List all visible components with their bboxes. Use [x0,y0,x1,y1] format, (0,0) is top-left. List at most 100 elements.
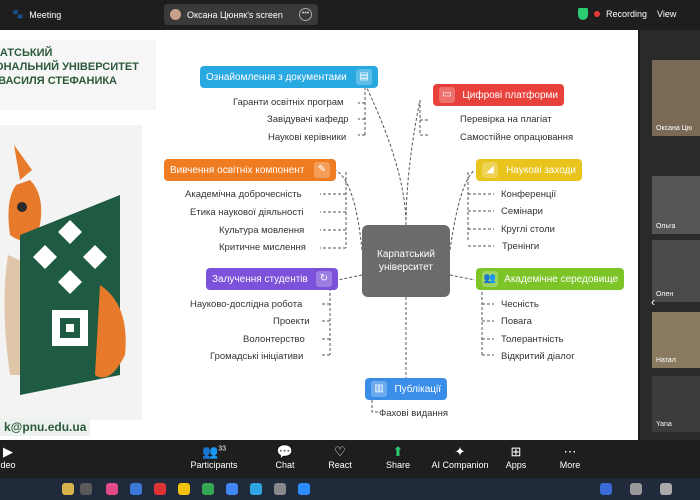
avatar [170,9,181,20]
screen-share-tab[interactable]: Оксана Цюняк's screen ••• [164,4,318,25]
branch-documents: Ознайомлення з документами ▤ [200,66,378,88]
branch-item: Відкритий діалог [501,351,575,362]
paw-icon: 🐾 [12,9,24,19]
branch-publications: ▥ Публікації [365,378,447,400]
branch-item: Завідувачі кафедр [267,114,349,125]
branch-platforms: ▭ Цифрові платформи [433,84,564,106]
branch-title: Наукові заходи [506,164,576,176]
app-title: 🐾 Meeting [12,9,61,20]
branch-item: Громадські ініціативи [210,351,304,362]
participant-name: Ольга [656,223,676,230]
chat-button[interactable]: 💬 Chat [255,444,315,470]
branch-title: Цифрові платформи [462,89,558,101]
branch-item: Наукові керівники [268,132,347,143]
taskbar-app-icon[interactable] [154,483,166,495]
participant-tile[interactable]: Оксана Цю [652,60,700,136]
recording-label: Recording [606,9,648,19]
apps-button[interactable]: ⊞ Apps [486,444,546,470]
branch-item: Етика наукової діяльності [190,207,304,218]
chevron-left-icon[interactable]: ‹ [651,295,655,309]
taskbar-tray-icon[interactable] [600,483,612,495]
share-label: Share [385,460,411,470]
react-button[interactable]: ♡ React [310,444,370,470]
branch-title: Академічне середовище [504,273,618,285]
recording-dot-icon [594,11,600,17]
branch-item: Науково-дослідна робота [190,299,303,310]
ai-label: AI Companion [431,460,489,470]
ai-companion-button[interactable]: ✦ AI Companion [430,444,490,470]
megaphone-icon: ◢ [482,162,498,178]
branch-item: Чесність [501,299,539,310]
branch-students: Залучення студентів ↻ [206,268,338,290]
branch-item: Круглі столи [501,224,555,235]
document-icon: ▤ [356,69,372,85]
branch-item: Гаранти освітніх програм [233,97,344,108]
branch-item: Перевірка на плагіат [460,114,552,125]
participant-tile[interactable]: Yana [652,376,700,432]
taskbar-app-icon[interactable] [106,483,118,495]
react-label: React [328,460,352,470]
app-title-text: Meeting [29,9,62,20]
share-icon: ⬆ [392,444,404,459]
meeting-controls: ▶ deo 👥33 Participants 💬 Chat ♡ React ⬆ … [0,440,700,478]
participant-tile[interactable]: Ольга [652,176,700,234]
participants-label: Participants [190,460,238,470]
meeting-top-bar: 🐾 Meeting Оксана Цюняк's screen ••• Reco… [0,0,700,30]
branch-item: Самостійне опрацювання [460,132,574,143]
chat-icon: 💬 [276,444,294,459]
branch-item: Критичне мислення [219,242,306,253]
apps-label: Apps [505,460,527,470]
participant-name: Натал [656,357,676,364]
center-node: Карпатський університет [362,225,450,297]
more-button[interactable]: ⋯ More [540,444,600,470]
share-button[interactable]: ⬆ Share [368,444,428,470]
monitor-icon: ▭ [439,87,455,103]
video-label: deo [0,460,16,470]
more-label: More [559,460,581,470]
branch-item: Академічна доброчесність [185,189,302,200]
branch-item: Фахові видання [379,408,449,419]
branch-components: Вивчення освітніх компонент ✎ [164,159,336,181]
branch-item: Семінари [501,206,543,217]
taskbar-app-icon[interactable] [298,483,310,495]
chat-label: Chat [275,460,295,470]
taskbar-app-icon[interactable] [130,483,142,495]
branch-title: Залучення студентів [212,273,308,285]
people-icon: 👥 [482,271,498,287]
heart-icon: ♡ [334,444,346,459]
participant-name: Оксана Цю [656,125,693,132]
branch-item: Культура мовлення [219,225,305,236]
participant-name: Олен [656,291,674,298]
taskbar-app-icon[interactable] [62,483,74,495]
branch-title: Публікації [394,383,441,395]
apps-icon: ⊞ [510,444,522,459]
taskbar-app-icon[interactable] [80,483,92,495]
taskbar-app-icon[interactable] [250,483,262,495]
video-button[interactable]: ▶ deo [0,444,38,470]
participants-icon: 👥33 [202,444,226,459]
os-taskbar [0,478,700,500]
more-icon: ⋯ [563,444,577,459]
branch-events: ◢ Наукові заходи [476,159,582,181]
shared-slide: ПАТСЬКИЙ ІОНАЛЬНИЙ УНІВЕРСИТЕТ І ВАСИЛЯ … [0,30,638,440]
participant-tile[interactable]: Натал [652,312,700,368]
branch-title: Вивчення освітніх компонент [170,164,305,176]
taskbar-tray-icon[interactable] [660,483,672,495]
branch-item: Проекти [273,316,310,327]
participant-name: Yana [656,421,672,428]
more-options-icon[interactable]: ••• [299,8,312,21]
branch-item: Волонтерство [243,334,305,345]
participant-tile[interactable]: Олен [652,240,700,302]
screen-share-label: Оксана Цюняк's screen [187,9,283,20]
taskbar-tray-icon[interactable] [630,483,642,495]
branch-item: Конференції [501,189,557,200]
recording-status[interactable]: Recording [578,8,647,20]
taskbar-app-icon[interactable] [274,483,286,495]
participants-button[interactable]: 👥33 Participants [184,444,244,470]
taskbar-app-icon[interactable] [202,483,214,495]
taskbar-app-icon[interactable] [178,483,190,495]
view-button[interactable]: View [657,9,676,19]
branch-item: Толерантність [501,334,564,345]
branch-environment: 👥 Академічне середовище [476,268,624,290]
taskbar-app-icon[interactable] [226,483,238,495]
